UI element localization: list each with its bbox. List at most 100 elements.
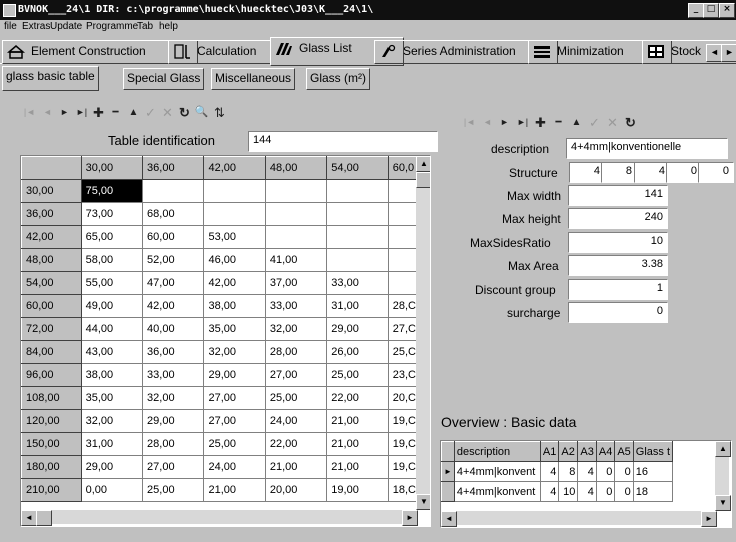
title-bar[interactable]: BVNOK___24\1 DIR: c:\programme\hueck\hue… [0, 0, 736, 20]
grid-cell[interactable]: 32,00 [142, 386, 205, 410]
menu-tab[interactable]: Tab [137, 21, 153, 32]
grid-cell[interactable]: 32,00 [265, 317, 328, 341]
grid-cell[interactable]: 29,00 [203, 363, 266, 387]
grid-cell[interactable] [265, 179, 328, 203]
grid-column-header[interactable]: 48,00 [264, 156, 328, 180]
close-button[interactable]: × [719, 3, 735, 18]
overview-cell[interactable]: 8 [558, 461, 579, 482]
grid-cell[interactable]: 55,00 [81, 271, 144, 295]
overview-cell[interactable]: 18 [633, 481, 674, 502]
grid-cell[interactable] [142, 179, 205, 203]
search-button[interactable]: 🔍 [194, 105, 209, 120]
grid-row-header[interactable]: 36,00 [21, 202, 82, 226]
grid-cell[interactable]: 21,00 [326, 409, 389, 433]
refresh-data-button[interactable]: ↻ [623, 115, 638, 130]
maximize-button[interactable]: □ [703, 3, 719, 18]
post-edit-button[interactable]: ✓ [143, 105, 158, 120]
scroll-left-icon[interactable]: ◄ [21, 510, 37, 526]
overview-column-header[interactable]: A2 [558, 441, 579, 462]
grid-cell[interactable]: 65,00 [81, 225, 144, 249]
grid-cell[interactable]: 46,00 [203, 248, 266, 272]
overview-cell[interactable]: 16 [633, 461, 674, 482]
max-height-input[interactable]: 240 [568, 208, 668, 229]
structure-a5-input[interactable]: 0 [698, 162, 734, 183]
first-record-button[interactable]: |◄ [22, 105, 37, 120]
grid-cell[interactable]: 19,00 [326, 478, 389, 502]
grid-cell[interactable]: 35,00 [81, 386, 144, 410]
grid-cell[interactable]: 21,00 [326, 455, 389, 479]
subtab-special-glass[interactable]: Special Glass [123, 68, 205, 90]
insert-record-button[interactable]: ✚ [533, 115, 548, 130]
max-width-input[interactable]: 141 [568, 185, 668, 206]
menu-extras[interactable]: Extras [22, 21, 50, 32]
table-identification-input[interactable]: 144 [248, 131, 438, 152]
grid-cell[interactable]: 75,00 [81, 179, 144, 203]
grid-horizontal-scrollbar[interactable]: ◄ ► [21, 510, 418, 526]
grid-cell[interactable] [326, 179, 389, 203]
overview-cell[interactable]: 4 [540, 481, 560, 502]
grid-cell[interactable]: 40,00 [142, 317, 205, 341]
grid-cell[interactable]: 27,00 [203, 409, 266, 433]
grid-row-header[interactable]: 60,00 [21, 294, 82, 318]
grid-cell[interactable]: 25,00 [326, 363, 389, 387]
grid-row-header[interactable]: 120,00 [21, 409, 82, 433]
grid-cell[interactable]: 28,00 [142, 432, 205, 456]
grid-cell[interactable]: 26,00 [326, 340, 389, 364]
scroll-up-icon[interactable]: ▲ [416, 156, 430, 172]
grid-cell[interactable]: 29,00 [142, 409, 205, 433]
overview-column-header[interactable]: Glass t [632, 441, 674, 462]
refresh-data-button[interactable]: ↻ [177, 105, 192, 120]
grid-column-header[interactable]: 36,00 [142, 156, 205, 180]
grid-row-header[interactable]: 180,00 [21, 455, 82, 479]
structure-a2-input[interactable]: 8 [601, 162, 637, 183]
grid-cell[interactable]: 42,00 [142, 294, 205, 318]
grid-cell[interactable]: 52,00 [142, 248, 205, 272]
edit-record-button[interactable]: ▲ [569, 115, 584, 130]
grid-row-header[interactable]: 72,00 [21, 317, 82, 341]
scroll-down-icon[interactable]: ▼ [416, 494, 430, 510]
grid-cell[interactable]: 21,00 [203, 478, 266, 502]
overview-cell[interactable]: 0 [614, 461, 634, 482]
overview-cell[interactable]: 4 [540, 461, 560, 482]
overview-cell[interactable]: 10 [558, 481, 579, 502]
overview-cell[interactable]: 0 [614, 481, 634, 502]
grid-cell[interactable]: 31,00 [326, 294, 389, 318]
next-record-button[interactable]: ► [497, 115, 512, 130]
grid-cell[interactable]: 33,00 [265, 294, 328, 318]
overview-column-header[interactable]: A5 [614, 441, 634, 462]
grid-column-header[interactable]: 30,00 [80, 156, 144, 180]
grid-cell[interactable]: 21,00 [326, 432, 389, 456]
grid-cell[interactable] [203, 179, 266, 203]
subtab-glass-m2[interactable]: Glass (m²) [306, 68, 370, 90]
last-record-button[interactable]: ►| [515, 115, 530, 130]
structure-a4-input[interactable]: 0 [666, 162, 702, 183]
overview-column-header[interactable]: A3 [577, 441, 597, 462]
filter-sort-button[interactable]: ⇅ [212, 105, 227, 120]
grid-cell[interactable]: 33,00 [326, 271, 389, 295]
overview-column-header[interactable]: A4 [595, 441, 616, 462]
grid-cell[interactable]: 32,00 [203, 340, 266, 364]
grid-cell[interactable]: 47,00 [142, 271, 205, 295]
grid-row-header[interactable]: 96,00 [21, 363, 82, 387]
menu-programme[interactable]: Programme [86, 21, 138, 32]
grid-cell[interactable]: 60,00 [142, 225, 205, 249]
overview-cell[interactable]: 4 [577, 481, 597, 502]
max-sides-ratio-input[interactable]: 10 [568, 232, 668, 253]
grid-cell[interactable]: 25,00 [203, 432, 266, 456]
grid-cell[interactable]: 33,00 [142, 363, 205, 387]
grid-cell[interactable]: 44,00 [81, 317, 144, 341]
grid-cell[interactable] [326, 248, 389, 272]
grid-row-header[interactable]: 42,00 [21, 225, 82, 249]
grid-cell[interactable]: 25,00 [142, 478, 205, 502]
overview-row[interactable]: ► 4+4mm|konvent 4 8 4 0 0 16 [441, 461, 674, 482]
delete-record-button[interactable]: ━ [108, 105, 123, 120]
first-record-button[interactable]: |◄ [462, 115, 477, 130]
post-edit-button[interactable]: ✓ [587, 115, 602, 130]
grid-cell[interactable]: 27,00 [203, 386, 266, 410]
grid-cell[interactable]: 20,00 [265, 478, 328, 502]
description-input[interactable]: 4+4mm|konventionelle [566, 138, 728, 159]
grid-cell[interactable]: 32,00 [81, 409, 144, 433]
overview-row[interactable]: 4+4mm|konvent 4 10 4 0 0 18 [441, 481, 674, 502]
overview-cell[interactable]: 4+4mm|konvent [454, 481, 541, 502]
max-area-input[interactable]: 3.38 [568, 255, 668, 276]
